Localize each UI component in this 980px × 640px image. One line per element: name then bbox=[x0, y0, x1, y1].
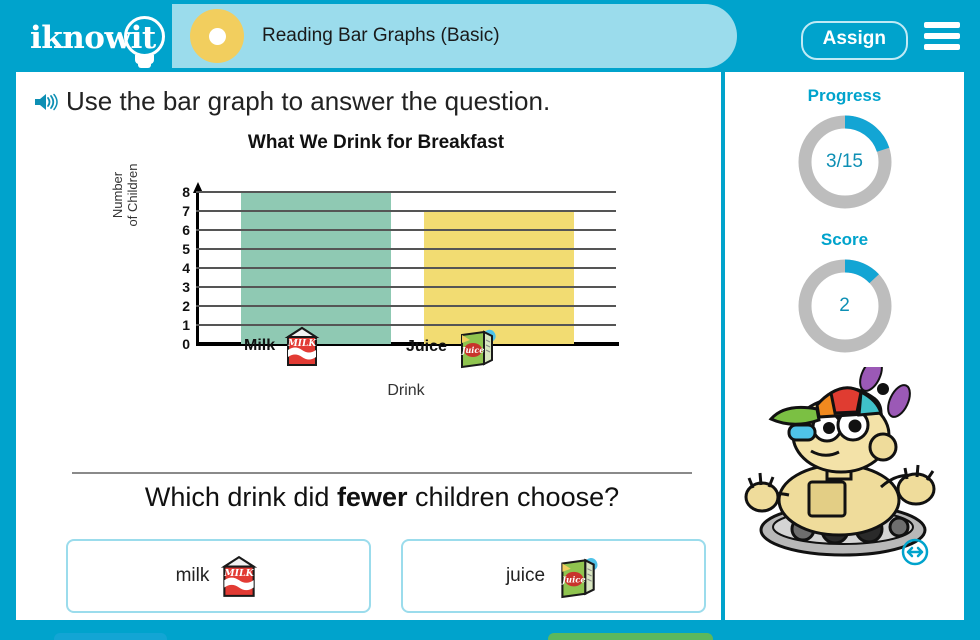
y-tick-label: 1 bbox=[182, 317, 190, 333]
question-emphasis: fewer bbox=[336, 482, 408, 512]
x-category-juice: Juice Juice bbox=[406, 324, 499, 370]
y-axis-label-line2: of Children bbox=[125, 163, 140, 227]
chart-y-axis-label: Number of Children bbox=[110, 130, 140, 260]
gridline bbox=[196, 324, 616, 326]
app-root: iknowit Reading Bar Graphs (Basic) Assig… bbox=[0, 0, 980, 640]
milk-carton-icon: MILK bbox=[221, 555, 258, 597]
lesson-title: Reading Bar Graphs (Basic) bbox=[262, 25, 500, 46]
answer-choice-milk[interactable]: milk MILK bbox=[66, 539, 371, 613]
chart-plot-area: 0 1 2 3 4 5 6 7 8 bbox=[182, 162, 619, 351]
x-category-juice-label: Juice bbox=[406, 338, 447, 355]
answer-choice-milk-label: milk bbox=[175, 565, 210, 586]
question-suffix: children choose? bbox=[407, 482, 620, 512]
resize-horizontal-icon[interactable] bbox=[901, 538, 929, 566]
gridline bbox=[196, 267, 616, 269]
y-tick-label: 8 bbox=[182, 184, 190, 200]
y-tick-label: 2 bbox=[182, 298, 190, 314]
lightbulb-icon bbox=[124, 16, 165, 57]
instruction-row: Use the bar graph to answer the question… bbox=[32, 86, 550, 117]
question-text: Which drink did fewer children choose? bbox=[72, 482, 692, 513]
gridline bbox=[196, 191, 616, 193]
hint-button[interactable]: Hint bbox=[54, 633, 167, 640]
gridline bbox=[196, 210, 616, 212]
answer-choice-juice[interactable]: juice Juice bbox=[401, 539, 706, 613]
chart-x-axis-label: Drink bbox=[387, 382, 425, 399]
svg-text:MILK: MILK bbox=[287, 339, 318, 349]
lightbulb-base-tip-icon bbox=[138, 63, 151, 68]
y-tick-label: 7 bbox=[182, 203, 190, 219]
x-category-milk: Milk MILK bbox=[244, 324, 323, 368]
progress-value: 3/15 bbox=[826, 151, 863, 172]
svg-text:Juice: Juice bbox=[560, 574, 586, 584]
juice-box-icon: Juice bbox=[560, 558, 598, 599]
y-tick-label: 3 bbox=[182, 279, 190, 295]
instruction-text: Use the bar graph to answer the question… bbox=[66, 86, 551, 116]
question-prefix: Which drink did bbox=[144, 482, 337, 512]
gridline bbox=[196, 305, 616, 307]
score-ring: 2 bbox=[795, 256, 895, 356]
y-tick-label: 5 bbox=[182, 241, 190, 257]
assign-button[interactable]: Assign bbox=[800, 21, 908, 60]
status-sidebar: Progress 3/15 Score 2 bbox=[725, 72, 964, 620]
speaker-audio-icon[interactable] bbox=[32, 89, 58, 115]
y-tick-label: 0 bbox=[182, 336, 190, 352]
x-category-milk-label: Milk bbox=[244, 337, 276, 354]
svg-text:Juice: Juice bbox=[460, 345, 485, 355]
milk-carton-icon: MILK bbox=[284, 326, 320, 366]
lesson-title-pill: Reading Bar Graphs (Basic) bbox=[172, 4, 737, 68]
robot-mascot-icon bbox=[731, 358, 956, 567]
y-tick-label: 4 bbox=[182, 260, 190, 276]
lesson-dot-inner-icon bbox=[208, 27, 226, 45]
app-header: iknowit Reading Bar Graphs (Basic) Assig… bbox=[0, 0, 980, 72]
y-axis-label-line1: Number bbox=[110, 171, 125, 219]
juice-box-icon: Juice bbox=[460, 329, 496, 369]
svg-text:MILK: MILK bbox=[224, 568, 255, 579]
chart-title: What We Drink for Breakfast bbox=[247, 132, 505, 153]
progress-ring: 3/15 bbox=[795, 112, 895, 212]
y-tick-label: 6 bbox=[182, 222, 190, 238]
gridline bbox=[196, 229, 616, 231]
submit-button[interactable]: Submit bbox=[548, 633, 713, 640]
lesson-dot-icon bbox=[190, 9, 244, 63]
score-label: Score bbox=[820, 230, 869, 249]
hamburger-menu-icon[interactable] bbox=[924, 22, 960, 50]
bar-chart: What We Drink for Breakfast Number of Ch… bbox=[110, 132, 636, 399]
progress-label: Progress bbox=[807, 86, 882, 105]
content-area: Use the bar graph to answer the question… bbox=[16, 72, 964, 640]
score-value: 2 bbox=[839, 295, 850, 316]
gridline bbox=[196, 248, 616, 250]
answer-choices: milk MILK juice Juice bbox=[66, 539, 706, 617]
iknowit-logo[interactable]: iknowit bbox=[26, 10, 176, 68]
question-pane: Use the bar graph to answer the question… bbox=[16, 72, 721, 620]
gridline bbox=[196, 286, 616, 288]
question-divider bbox=[72, 472, 692, 474]
answer-choice-juice-label: juice bbox=[505, 565, 546, 586]
